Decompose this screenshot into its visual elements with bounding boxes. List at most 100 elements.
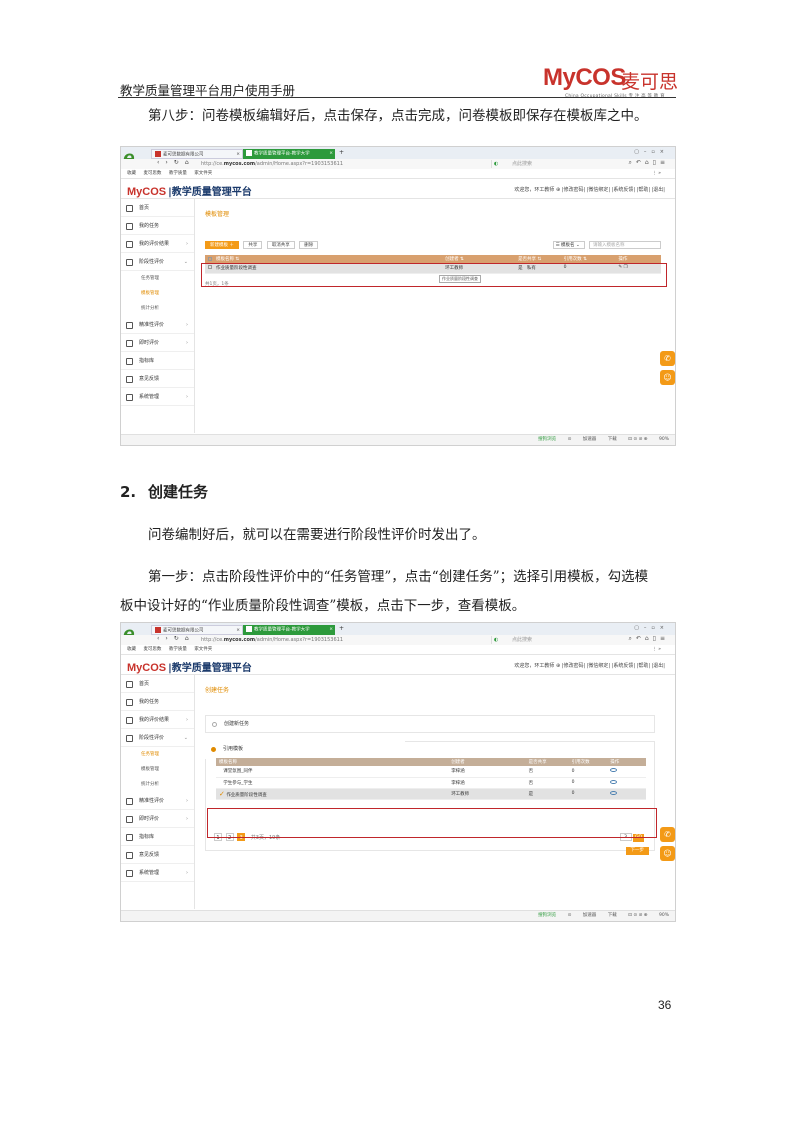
- new-template-button[interactable]: 新建模板 ＋: [205, 241, 239, 249]
- share-button[interactable]: 共享: [243, 241, 263, 249]
- zoom-level[interactable]: 90%: [659, 437, 669, 442]
- status-item[interactable]: 搜狗浏览: [538, 913, 556, 918]
- radio-ref[interactable]: [211, 747, 216, 752]
- user-bar[interactable]: 欢迎您，环工教师 ⊕ |修改密码| |微信绑定| |系统反馈| |帮助| |退出…: [514, 186, 665, 193]
- col-header[interactable]: 模板名称 ⇅: [205, 255, 443, 263]
- status-icon[interactable]: ⊙: [568, 437, 572, 442]
- sidebar-item-feedback[interactable]: 意见反馈: [121, 370, 194, 388]
- bookmark-item[interactable]: 麦可思数: [143, 647, 161, 652]
- more-icon[interactable]: ⋮ »: [652, 645, 661, 654]
- status-icon[interactable]: ⊡ ⊙ ⊘ ⊕: [628, 437, 647, 442]
- status-item[interactable]: 下载: [608, 437, 617, 442]
- new-tab-icon[interactable]: +: [339, 149, 344, 156]
- sidebar-item-home[interactable]: 首页: [121, 199, 194, 217]
- chevron-icon: ›: [186, 798, 188, 804]
- new-tab-icon[interactable]: +: [339, 625, 344, 632]
- sidebar-sub-stats[interactable]: 统计分析: [121, 301, 194, 316]
- close-icon[interactable]: ×: [236, 627, 240, 635]
- option-reference[interactable]: 引用模板: [205, 741, 405, 759]
- browser-tools[interactable]: ⌕↶⌂▯≡: [628, 635, 669, 643]
- bookmark-item[interactable]: 家文件夹: [194, 647, 212, 652]
- sidebar-item-system[interactable]: 系统管理 ›: [121, 864, 194, 882]
- select-all-checkbox[interactable]: [208, 256, 212, 261]
- nav-buttons[interactable]: ‹›↻⌂: [157, 635, 195, 642]
- qq-icon[interactable]: ☺: [660, 370, 675, 385]
- window-controls[interactable]: ▢–▫×: [634, 625, 669, 631]
- bookmark-item[interactable]: 收藏: [127, 171, 136, 176]
- option-create-new[interactable]: 创建新任务: [205, 715, 655, 733]
- eye-icon[interactable]: [610, 790, 618, 795]
- status-item[interactable]: 加速器: [583, 437, 597, 442]
- close-icon[interactable]: ×: [329, 150, 333, 158]
- sidebar-item-tasks[interactable]: 我的任务: [121, 217, 194, 235]
- sidebar-item-stage-eval[interactable]: 阶段性评价 ⌄: [121, 729, 194, 747]
- close-icon[interactable]: ×: [236, 151, 240, 159]
- status-icon[interactable]: ⊡ ⊙ ⊘ ⊕: [628, 913, 647, 918]
- qq-icon[interactable]: ☺: [660, 846, 675, 861]
- eye-icon[interactable]: [610, 768, 618, 773]
- sidebar-item-index-lib[interactable]: 指标库: [121, 352, 194, 370]
- sidebar-item-stage-eval[interactable]: 阶段性评价 ⌄: [121, 253, 194, 271]
- sidebar-item-tasks[interactable]: 我的任务: [121, 693, 194, 711]
- sidebar-sub-task-mgmt[interactable]: 任务管理: [121, 747, 194, 762]
- browser-tab-1[interactable]: 麦可思数据有限公司 ×: [151, 625, 243, 635]
- browser-tools[interactable]: ⌕↶⌂▯≡: [628, 159, 669, 167]
- filter-select[interactable]: ☰ 模板名 ⌄: [552, 241, 585, 249]
- sidebar-item-results[interactable]: 我的评价结果 ›: [121, 711, 194, 729]
- unshare-button[interactable]: 取消共享: [266, 241, 295, 249]
- browser-search[interactable]: ◐ 点此搜索: [491, 636, 611, 644]
- sidebar-sub-template-mgmt[interactable]: 模板管理: [121, 762, 194, 777]
- table-row[interactable]: 学生参与_学生 李梓涵 否 0: [216, 777, 646, 789]
- sidebar-item-index-lib[interactable]: 指标库: [121, 828, 194, 846]
- close-icon[interactable]: ×: [329, 626, 333, 634]
- sidebar-sub-template-mgmt[interactable]: 模板管理: [121, 286, 194, 301]
- url-field[interactable]: http://ce.mycos.com/admin/Home.aspx?r=19…: [201, 636, 441, 644]
- sidebar-item-feedback[interactable]: 意见反馈: [121, 846, 194, 864]
- next-step-button[interactable]: 下一步: [625, 847, 649, 855]
- table-row[interactable]: 课堂氛围_同伴 李梓涵 否 0: [216, 766, 646, 778]
- window-controls[interactable]: ▢–▫×: [634, 149, 669, 155]
- eye-icon[interactable]: [610, 779, 618, 784]
- table-row[interactable]: ✓ 作业质量阶段性调查 环工教师 是 0: [216, 788, 646, 800]
- delete-button[interactable]: 删除: [299, 241, 319, 249]
- bookmark-item[interactable]: 收藏: [127, 647, 136, 652]
- bookmark-item[interactable]: 教学质量: [169, 647, 187, 652]
- status-icon[interactable]: ⊙: [568, 913, 572, 918]
- sidebar-sub-task-mgmt[interactable]: 任务管理: [121, 271, 194, 286]
- bookmark-item[interactable]: 家文件夹: [194, 171, 212, 176]
- bookmark-item[interactable]: 教学质量: [169, 171, 187, 176]
- browser-tab-1[interactable]: 麦可思数据有限公司 ×: [151, 149, 243, 159]
- more-icon[interactable]: ⋮ »: [652, 169, 661, 178]
- phone-icon[interactable]: ✆: [660, 827, 675, 842]
- sidebar-item-precise-eval[interactable]: 精准性评价 ›: [121, 792, 194, 810]
- sidebar-item-system[interactable]: 系统管理 ›: [121, 388, 194, 406]
- col-header[interactable]: 创建者 ⇅: [442, 255, 516, 263]
- sidebar-item-precise-eval[interactable]: 精准性评价 ›: [121, 316, 194, 334]
- browser-search[interactable]: ◐ 点此搜索: [491, 160, 611, 168]
- status-item[interactable]: 下载: [608, 913, 617, 918]
- zoom-level[interactable]: 90%: [659, 913, 669, 918]
- nav-buttons[interactable]: ‹›↻⌂: [157, 159, 195, 166]
- radio-new[interactable]: [212, 722, 217, 727]
- browser-tab-2[interactable]: 教学质量管理平台-教学大学 ×: [243, 625, 335, 635]
- template-table: 模板名称 创建者 是否共享 引用次数 操作 课堂氛围_同伴 李梓涵 否 0 学生…: [216, 758, 646, 800]
- col-header[interactable]: 是否共享 ⇅: [515, 255, 561, 263]
- phone-icon[interactable]: ✆: [660, 351, 675, 366]
- sidebar-item-instant-eval[interactable]: 即时评价 ›: [121, 810, 194, 828]
- sidebar-item-instant-eval[interactable]: 即时评价 ›: [121, 334, 194, 352]
- status-item[interactable]: 搜狗浏览: [538, 437, 556, 442]
- sidebar-item-results[interactable]: 我的评价结果 ›: [121, 235, 194, 253]
- bookmark-bar: 收藏 麦可思数 教学质量 家文件夹 ⋮ »: [121, 169, 675, 179]
- sidebar-item-home[interactable]: 首页: [121, 675, 194, 693]
- check-icon[interactable]: ✓: [219, 790, 225, 798]
- browser-tab-2[interactable]: 教学质量管理平台-教学大学 ×: [243, 149, 335, 159]
- bookmark-item[interactable]: 麦可思数: [143, 171, 161, 176]
- url-field[interactable]: http://ce.mycos.com/admin/Home.aspx?r=19…: [201, 160, 441, 168]
- cell-creator: 环工教师: [448, 788, 526, 800]
- template-search-input[interactable]: 请输入模板名称: [589, 241, 661, 249]
- sidebar-sub-stats[interactable]: 统计分析: [121, 777, 194, 792]
- user-bar[interactable]: 欢迎您，环工教师 ⊕ |修改密码| |微信绑定| |系统反馈| |帮助| |退出…: [514, 662, 665, 669]
- col-header[interactable]: 引用次数 ⇅: [560, 255, 616, 263]
- status-item[interactable]: 加速器: [583, 913, 597, 918]
- doc-icon: [126, 816, 133, 823]
